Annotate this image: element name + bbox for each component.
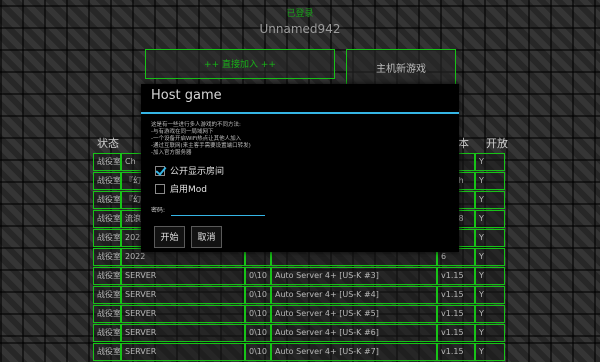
description-line: -与有游戏在同一局域网下 xyxy=(151,129,214,135)
player-name: Unnamed942 xyxy=(259,22,341,36)
cell-open: Y xyxy=(475,286,505,304)
description-line: -加入官方服务器 xyxy=(151,150,192,156)
cell-status: 战役室 xyxy=(93,286,121,304)
cell-status: 战役室 xyxy=(93,324,121,342)
cell-players: 0\10 xyxy=(245,343,271,361)
dialog-description: 这是有一些进行多人游戏的不同方法: -与有游戏在同一局域网下 -一个设备开启Wi… xyxy=(151,122,451,157)
cell-status: 战役室 xyxy=(93,248,121,266)
cell-name: SERVER xyxy=(121,324,245,342)
cell-open: Y xyxy=(475,153,505,171)
cell-server-name: Auto Server 4+ [US-K #6] xyxy=(271,324,437,342)
column-header-status: 状态 xyxy=(97,137,119,150)
server-row[interactable]: 战役室 SERVER 0\10 Auto Server 4+ [US-K #6] v1.… xyxy=(93,324,505,342)
cell-status: 战役室 xyxy=(93,153,121,171)
cell-open: Y xyxy=(475,267,505,285)
description-line: -通过互联网(来主客手需要设置端口转发) xyxy=(151,143,251,149)
column-header-version: 本 xyxy=(458,137,469,150)
cell-name: SERVER xyxy=(121,267,245,285)
cell-server-name: Auto Server 4+ [US-K #3] xyxy=(271,267,437,285)
description-line: -一个设备开启WiFi热点让其他人加入 xyxy=(151,136,242,142)
title-divider xyxy=(141,112,459,114)
cancel-button[interactable]: 取消 xyxy=(191,226,222,248)
cell-status: 战役室 xyxy=(93,210,121,228)
cell-server-name: Auto Server 4+ [US-K #4] xyxy=(271,286,437,304)
cell-status: 战役室 xyxy=(93,267,121,285)
server-row[interactable]: 战役室 SERVER 0\10 Auto Server 4+ [US-K #5] v1.… xyxy=(93,305,505,323)
column-header-open: 开放 xyxy=(486,137,508,150)
cell-open: Y xyxy=(475,343,505,361)
public-room-label: 公开显示房间 xyxy=(170,167,225,177)
enable-mod-checkbox[interactable] xyxy=(155,183,165,194)
cell-status: 战役室 xyxy=(93,191,121,209)
status-label: 已登录 xyxy=(286,9,314,19)
cell-version: v1.15 xyxy=(437,305,475,323)
cell-open: Y xyxy=(475,248,505,266)
cell-open: Y xyxy=(475,172,505,190)
cell-open: Y xyxy=(475,229,505,247)
cell-server-name: Auto Server 4+ [US-K #7] xyxy=(271,343,437,361)
public-room-checkbox[interactable] xyxy=(155,165,165,176)
server-row[interactable]: 战役室 SERVER 0\10 Auto Server 4+ [US-K #3] v1.… xyxy=(93,267,505,285)
description-line: 这是有一些进行多人游戏的不同方法: xyxy=(151,122,241,128)
cell-name: SERVER xyxy=(121,286,245,304)
cell-server-name: Auto Server 4+ [US-K #5] xyxy=(271,305,437,323)
cell-status: 战役室 xyxy=(93,229,121,247)
host-new-game-button[interactable]: 主机新游戏 xyxy=(346,49,456,87)
join-button[interactable]: ++ 直接加入 ++ xyxy=(145,49,335,79)
host-game-dialog: Host game 这是有一些进行多人游戏的不同方法: -与有游戏在同一局域网下… xyxy=(141,84,459,252)
cell-name: SERVER xyxy=(121,343,245,361)
cell-version: v1.15 xyxy=(437,343,475,361)
cell-name: SERVER xyxy=(121,305,245,323)
server-row[interactable]: 战役室 SERVER 0\10 Auto Server 4+ [US-K #7] v1.… xyxy=(93,343,505,361)
enable-mod-label: 启用Mod xyxy=(170,185,207,195)
public-room-option[interactable]: 公开显示房间 xyxy=(155,164,224,177)
cell-status: 战役室 xyxy=(93,172,121,190)
cell-players: 0\10 xyxy=(245,324,271,342)
cell-open: Y xyxy=(475,324,505,342)
password-label: 密码: xyxy=(151,207,166,214)
start-button[interactable]: 开始 xyxy=(154,226,185,248)
cell-status: 战役室 xyxy=(93,343,121,361)
cell-version: v1.15 xyxy=(437,324,475,342)
cell-status: 战役室 xyxy=(93,305,121,323)
server-row[interactable]: 战役室 SERVER 0\10 Auto Server 4+ [US-K #4] v1.… xyxy=(93,286,505,304)
cell-players: 0\10 xyxy=(245,286,271,304)
cell-open: Y xyxy=(475,191,505,209)
cell-version: v1.15 xyxy=(437,267,475,285)
cell-players: 0\10 xyxy=(245,305,271,323)
password-input[interactable] xyxy=(171,202,265,216)
cell-open: Y xyxy=(475,210,505,228)
cell-players: 0\10 xyxy=(245,267,271,285)
enable-mod-option[interactable]: 启用Mod xyxy=(155,182,207,195)
dialog-title: Host game xyxy=(151,88,222,103)
cell-open: Y xyxy=(475,305,505,323)
cell-version: v1.15 xyxy=(437,286,475,304)
